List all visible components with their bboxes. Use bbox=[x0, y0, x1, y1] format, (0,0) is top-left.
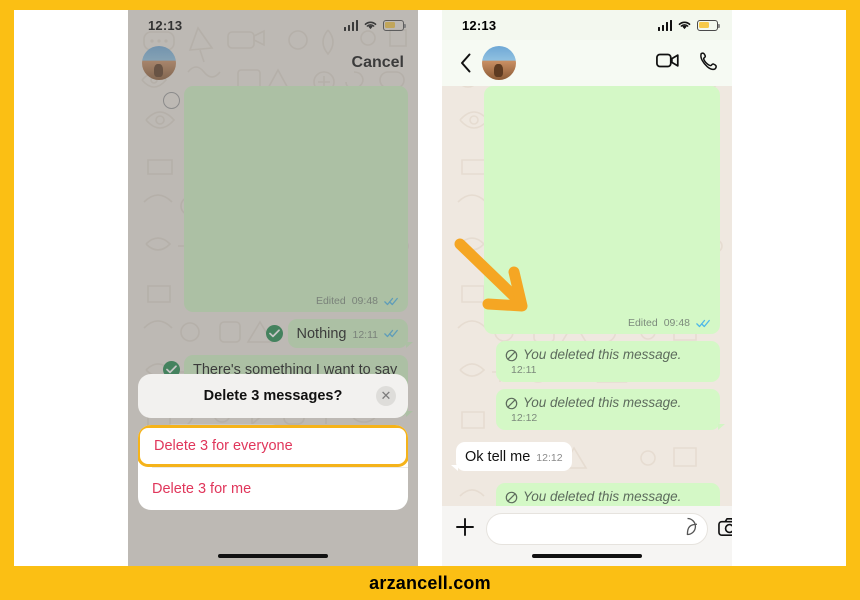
plus-icon[interactable] bbox=[454, 516, 476, 543]
message-time: 12:11 bbox=[511, 363, 537, 376]
delete-for-everyone-button[interactable]: Delete 3 for everyone bbox=[138, 425, 408, 467]
message-meta: Edited 09:48 bbox=[493, 317, 711, 329]
message-bubble[interactable]: Ok tell me 12:12 bbox=[451, 442, 572, 472]
battery-low-power-icon bbox=[697, 19, 720, 31]
phone-icon[interactable] bbox=[698, 51, 718, 76]
sticker-icon[interactable] bbox=[678, 517, 698, 541]
message-bubble-deleted[interactable]: You deleted this message. 12:12 bbox=[496, 389, 725, 430]
message-text: Ok tell me bbox=[465, 449, 531, 465]
deleted-message: You deleted this message. bbox=[505, 489, 681, 506]
message-content: You deleted this message. 12:11 bbox=[505, 347, 711, 377]
camera-icon[interactable] bbox=[718, 517, 732, 542]
status-time: 12:13 bbox=[462, 17, 497, 33]
site-footer: arzancell.com bbox=[0, 566, 860, 600]
message-row[interactable]: You deleted this message. 12:12 bbox=[456, 389, 725, 430]
blocked-icon bbox=[505, 491, 518, 504]
back-chevron-icon[interactable] bbox=[456, 53, 476, 73]
delete-for-me-button[interactable]: Delete 3 for me bbox=[138, 468, 408, 510]
message-bubble-deleted[interactable]: You deleted this message. 12:11 bbox=[496, 341, 720, 382]
message-text: You deleted this message. bbox=[523, 347, 682, 362]
blocked-icon bbox=[505, 349, 518, 362]
page-frame: 12:13 Cancel Edited 09:48 Nothing 12:11 … bbox=[0, 0, 860, 600]
phones-stage: 12:13 Cancel Edited 09:48 Nothing 12:11 … bbox=[14, 10, 846, 566]
message-input[interactable] bbox=[497, 521, 678, 537]
message-text: You deleted this message. bbox=[523, 489, 682, 505]
message-text: You deleted this message. bbox=[523, 395, 682, 410]
message-time: 12:12 bbox=[511, 411, 538, 424]
blocked-icon bbox=[505, 397, 518, 410]
right-status-bar: 12:13 bbox=[442, 10, 732, 40]
dialog-title: Delete 3 messages? bbox=[203, 388, 343, 404]
right-chat-area: Edited 09:48 You deleted this message. 1… bbox=[442, 86, 732, 566]
message-input-container[interactable] bbox=[486, 513, 708, 545]
brand-label: arzancell.com bbox=[369, 572, 491, 593]
wifi-icon bbox=[678, 21, 691, 30]
message-bubble-blank[interactable]: Edited 09:48 bbox=[484, 86, 720, 334]
signal-bars-icon bbox=[657, 19, 672, 31]
left-phone-screen: 12:13 Cancel Edited 09:48 Nothing 12:11 … bbox=[128, 10, 418, 566]
right-message-list: Edited 09:48 You deleted this message. 1… bbox=[442, 86, 732, 566]
message-content: You deleted this message. 12:12 bbox=[505, 395, 711, 425]
message-content: Ok tell me 12:12 bbox=[465, 448, 563, 466]
contact-avatar[interactable] bbox=[482, 46, 516, 80]
message-row[interactable]: You deleted this message. 12:11 bbox=[456, 341, 720, 382]
video-camera-icon[interactable] bbox=[656, 52, 680, 74]
close-icon[interactable]: ✕ bbox=[376, 386, 396, 406]
left-phone: 12:13 Cancel Edited 09:48 Nothing 12:11 … bbox=[128, 10, 418, 566]
message-time: 12:12 bbox=[536, 452, 563, 464]
delete-messages-dialog: Delete 3 messages? ✕ Delete 3 for everyo… bbox=[138, 374, 408, 510]
right-nav-bar bbox=[442, 40, 732, 86]
deleted-message: You deleted this message. bbox=[505, 347, 681, 364]
dialog-options: Delete 3 for everyone Delete 3 for me bbox=[138, 425, 408, 510]
read-ticks-icon bbox=[696, 317, 711, 329]
deleted-message: You deleted this message. bbox=[505, 395, 681, 412]
home-indicator bbox=[532, 553, 642, 558]
message-row[interactable]: Ok tell me 12:12 bbox=[451, 442, 720, 472]
right-phone-screen: 12:13 Edited 09:48 You deleted this mess… bbox=[442, 10, 732, 566]
edited-label: Edited bbox=[627, 317, 658, 329]
right-phone: 12:13 Edited 09:48 You deleted this mess… bbox=[442, 10, 732, 566]
message-row[interactable]: Edited 09:48 bbox=[456, 86, 720, 334]
message-time: 09:48 bbox=[663, 317, 690, 329]
home-indicator bbox=[218, 553, 328, 558]
call-actions bbox=[656, 51, 718, 76]
dialog-header: Delete 3 messages? ✕ bbox=[138, 374, 408, 418]
status-indicators bbox=[657, 19, 720, 31]
